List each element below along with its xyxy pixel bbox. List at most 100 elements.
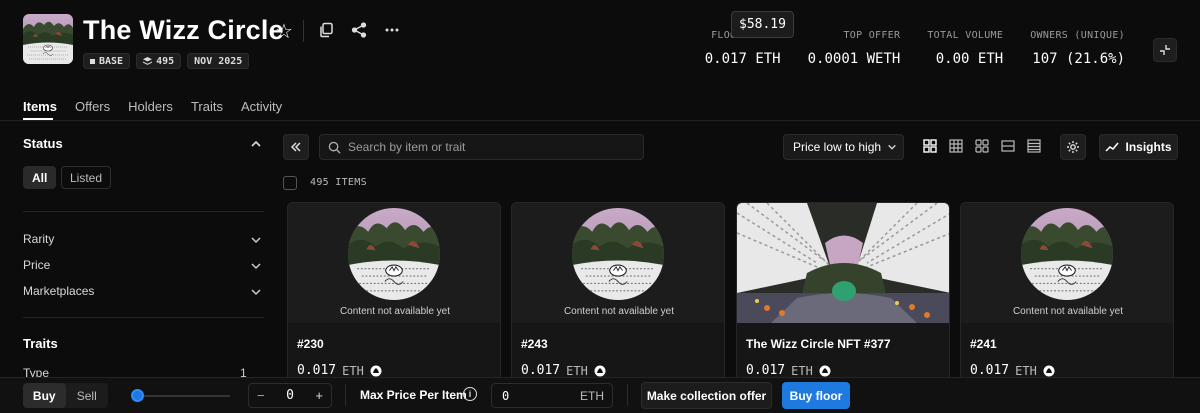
price-unit: ETH bbox=[791, 363, 813, 378]
star-icon[interactable]: ☆ bbox=[275, 19, 293, 44]
filter-price[interactable]: Price bbox=[23, 258, 50, 272]
bar-divider bbox=[627, 384, 628, 406]
nft-card[interactable]: Content not available yet #243 0.017 ETH bbox=[511, 202, 725, 392]
search-input[interactable] bbox=[348, 140, 628, 154]
traits-heading: Traits bbox=[23, 336, 58, 351]
price-value: 0.017 bbox=[297, 363, 337, 378]
tab-offers[interactable]: Offers bbox=[75, 99, 110, 114]
grid-large-icon bbox=[923, 139, 937, 153]
sweep-slider-track[interactable] bbox=[132, 395, 230, 397]
chevron-down-icon[interactable] bbox=[250, 234, 262, 246]
buy-floor-button[interactable]: Buy floor bbox=[782, 382, 850, 409]
nft-name: #241 bbox=[970, 337, 997, 351]
tab-items[interactable]: Items bbox=[23, 99, 57, 114]
collapse-header-button[interactable] bbox=[1153, 38, 1177, 62]
price-value: 0.017 bbox=[746, 363, 786, 378]
search-icon bbox=[328, 141, 341, 154]
status-all-button[interactable]: All bbox=[23, 166, 57, 189]
view-table-button[interactable] bbox=[1024, 136, 1044, 156]
collection-badges: BASE 495 NOV 2025 bbox=[83, 53, 250, 69]
grid-compact-icon bbox=[975, 139, 989, 153]
search-bar[interactable] bbox=[319, 134, 644, 160]
nft-card[interactable]: Content not available yet #241 0.017 ETH bbox=[960, 202, 1174, 392]
content-unavailable-label: Content not available yet bbox=[563, 306, 675, 317]
status-listed-button[interactable]: Listed bbox=[61, 166, 112, 189]
gear-icon bbox=[1067, 141, 1079, 153]
nft-placeholder-image bbox=[348, 208, 440, 300]
date-badge: NOV 2025 bbox=[187, 53, 250, 69]
quantity-value[interactable]: 0 bbox=[286, 388, 294, 403]
stat-value: 0.00 ETH bbox=[935, 51, 1004, 67]
nft-price: 0.017 ETH bbox=[297, 363, 382, 378]
view-small-grid-button[interactable] bbox=[946, 136, 966, 156]
max-price-value[interactable]: 0 bbox=[502, 389, 509, 403]
view-large-grid-button[interactable] bbox=[920, 136, 940, 156]
nft-media: Content not available yet bbox=[288, 203, 500, 323]
chain-label: BASE bbox=[99, 55, 124, 67]
stat-label: TOTAL VOLUME bbox=[927, 30, 1004, 41]
stat-top-offer: TOP OFFER 0.0001 WETH bbox=[808, 30, 901, 67]
nft-name: #243 bbox=[521, 337, 548, 351]
tab-holders[interactable]: Holders bbox=[128, 99, 173, 114]
nft-price: 0.017 ETH bbox=[970, 363, 1055, 378]
share-icon[interactable] bbox=[351, 22, 369, 40]
more-icon[interactable] bbox=[384, 22, 402, 40]
nft-price: 0.017 ETH bbox=[746, 363, 831, 378]
chevron-down-icon[interactable] bbox=[250, 260, 262, 272]
nft-media: Content not available yet bbox=[961, 203, 1173, 323]
tabs-divider bbox=[0, 120, 1200, 121]
filter-rarity[interactable]: Rarity bbox=[23, 232, 54, 246]
items-count: 495 bbox=[156, 55, 175, 67]
collection-title: The Wizz Circle bbox=[83, 15, 284, 45]
nft-media: Content not available yet bbox=[512, 203, 724, 323]
list-icon bbox=[1001, 140, 1015, 152]
stat-owners: OWNERS (UNIQUE) 107 (21.6%) bbox=[1030, 30, 1125, 67]
quantity-stepper[interactable]: − 0 + bbox=[248, 383, 332, 408]
info-icon[interactable]: i bbox=[463, 387, 477, 401]
nft-image bbox=[737, 203, 949, 323]
sell-toggle[interactable]: Sell bbox=[66, 383, 109, 408]
status-heading[interactable]: Status bbox=[23, 136, 63, 151]
marketplace-icon bbox=[819, 365, 831, 376]
stat-label: TOP OFFER bbox=[843, 30, 901, 41]
marketplace-icon bbox=[1043, 365, 1055, 376]
tab-traits[interactable]: Traits bbox=[191, 99, 223, 114]
plus-button[interactable]: + bbox=[315, 388, 323, 403]
chevron-down-icon bbox=[888, 144, 896, 150]
marketplace-icon bbox=[370, 365, 382, 376]
select-all-checkbox[interactable] bbox=[283, 176, 297, 190]
sweep-slider-handle[interactable] bbox=[131, 389, 144, 402]
price-unit: ETH bbox=[566, 363, 588, 378]
nft-card[interactable]: Content not available yet #230 0.017 ETH bbox=[287, 202, 501, 392]
trend-icon bbox=[1105, 142, 1120, 152]
max-price-unit: ETH bbox=[580, 388, 604, 403]
chevron-up-icon[interactable] bbox=[250, 138, 262, 150]
double-chevron-left-icon bbox=[290, 142, 301, 152]
header-divider bbox=[303, 20, 304, 42]
price-tooltip: $58.19 bbox=[731, 11, 794, 38]
sort-dropdown[interactable]: Price low to high bbox=[783, 134, 904, 160]
price-unit: ETH bbox=[342, 363, 364, 378]
bar-divider bbox=[345, 384, 346, 406]
view-list-button[interactable] bbox=[998, 136, 1018, 156]
make-collection-offer-button[interactable]: Make collection offer bbox=[641, 382, 772, 409]
minus-button[interactable]: − bbox=[257, 388, 265, 403]
sidebar-divider bbox=[23, 317, 264, 318]
date-label: NOV 2025 bbox=[194, 55, 243, 67]
sidebar-divider bbox=[23, 211, 264, 212]
max-price-input[interactable]: 0 ETH bbox=[491, 383, 613, 408]
settings-button[interactable] bbox=[1060, 134, 1086, 160]
collapse-sidebar-button[interactable] bbox=[283, 134, 309, 160]
stat-value: 0.0001 WETH bbox=[807, 51, 901, 67]
tab-activity[interactable]: Activity bbox=[241, 99, 282, 114]
buy-toggle[interactable]: Buy bbox=[23, 383, 66, 408]
collapse-icon bbox=[1160, 45, 1170, 55]
chevron-down-icon[interactable] bbox=[250, 286, 262, 298]
filter-marketplaces[interactable]: Marketplaces bbox=[23, 284, 94, 298]
insights-button[interactable]: Insights bbox=[1099, 134, 1178, 160]
copy-icon[interactable] bbox=[318, 22, 336, 40]
nft-card[interactable]: The Wizz Circle NFT #377 0.017 ETH bbox=[736, 202, 950, 392]
view-compact-grid-button[interactable] bbox=[972, 136, 992, 156]
max-price-label: Max Price Per Item bbox=[360, 388, 467, 402]
buy-sell-toggle: Buy Sell bbox=[23, 383, 108, 408]
